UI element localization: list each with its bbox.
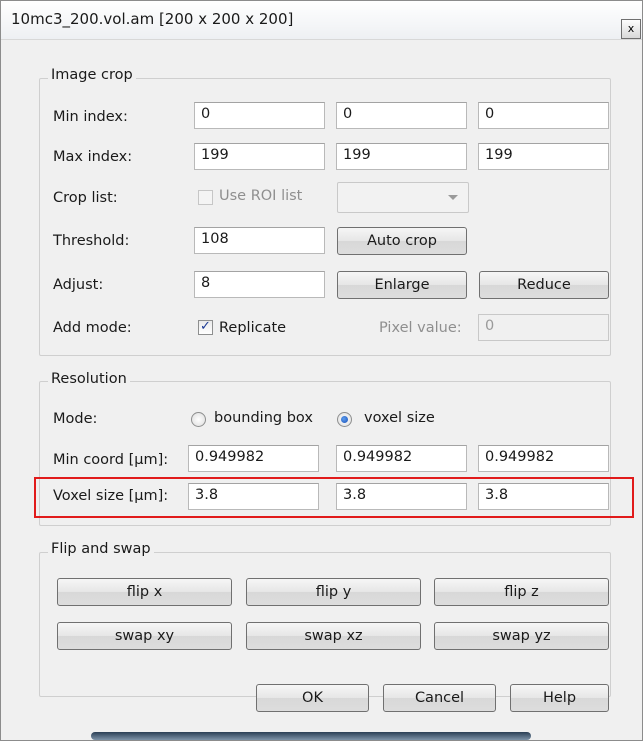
chevron-down-icon: [448, 195, 458, 200]
reduce-button[interactable]: Reduce: [479, 271, 609, 299]
threshold-label: Threshold:: [53, 233, 130, 249]
min-index-label: Min index:: [53, 109, 128, 125]
use-roi-list-label: Use ROI list: [219, 188, 303, 204]
help-button[interactable]: Help: [510, 684, 609, 712]
min-coord-x-field[interactable]: 0.949982: [188, 445, 319, 472]
replicate-label: Replicate: [219, 320, 287, 336]
flip-x-button[interactable]: flip x: [57, 578, 232, 606]
close-button[interactable]: x: [621, 19, 641, 39]
dialog-window: 10mc3_200.vol.am [200 x 200 x 200] x Ima…: [0, 0, 643, 741]
ok-button[interactable]: OK: [256, 684, 369, 712]
max-index-label: Max index:: [53, 149, 133, 165]
bounding-box-radio[interactable]: [191, 412, 206, 427]
voxel-size-radio[interactable]: [337, 412, 352, 427]
roi-list-dropdown[interactable]: [337, 182, 469, 213]
flip-z-button[interactable]: flip z: [434, 578, 609, 606]
close-icon: x: [627, 22, 635, 35]
max-index-y-field[interactable]: 199: [336, 143, 467, 170]
cancel-button[interactable]: Cancel: [383, 684, 496, 712]
pixel-value-label: Pixel value:: [379, 320, 462, 336]
adjust-label: Adjust:: [53, 277, 104, 293]
min-coord-label: Min coord [µm]:: [53, 452, 169, 468]
voxel-size-mode-label: voxel size: [364, 410, 435, 426]
min-coord-z-field[interactable]: 0.949982: [478, 445, 609, 472]
window-title: 10mc3_200.vol.am [200 x 200 x 200]: [11, 10, 294, 28]
max-index-z-field[interactable]: 199: [478, 143, 609, 170]
use-roi-list-checkbox[interactable]: [198, 190, 213, 205]
swap-xz-button[interactable]: swap xz: [246, 622, 421, 650]
adjust-field[interactable]: 8: [194, 271, 325, 298]
add-mode-label: Add mode:: [53, 320, 132, 336]
crop-list-label: Crop list:: [53, 190, 118, 206]
min-index-x-field[interactable]: 0: [194, 102, 325, 129]
max-index-x-field[interactable]: 199: [194, 143, 325, 170]
image-crop-title: Image crop: [48, 67, 136, 83]
bounding-box-label: bounding box: [214, 410, 313, 426]
threshold-field[interactable]: 108: [194, 227, 325, 254]
min-coord-y-field[interactable]: 0.949982: [336, 445, 467, 472]
flip-swap-title: Flip and swap: [48, 541, 154, 557]
resolution-title: Resolution: [48, 371, 130, 387]
min-index-z-field[interactable]: 0: [478, 102, 609, 129]
auto-crop-button[interactable]: Auto crop: [337, 227, 467, 255]
pixel-value-field[interactable]: 0: [478, 314, 609, 341]
voxel-size-highlight-box: [34, 477, 634, 518]
taskbar-edge: [91, 732, 531, 740]
flip-y-button[interactable]: flip y: [246, 578, 421, 606]
min-index-y-field[interactable]: 0: [336, 102, 467, 129]
title-bar[interactable]: 10mc3_200.vol.am [200 x 200 x 200]: [1, 1, 642, 40]
swap-yz-button[interactable]: swap yz: [434, 622, 609, 650]
radio-selected-indicator: [341, 416, 348, 423]
swap-xy-button[interactable]: swap xy: [57, 622, 232, 650]
check-icon: ✓: [200, 319, 211, 334]
replicate-checkbox[interactable]: ✓: [198, 319, 213, 335]
mode-label: Mode:: [53, 411, 98, 427]
enlarge-button[interactable]: Enlarge: [337, 271, 467, 299]
